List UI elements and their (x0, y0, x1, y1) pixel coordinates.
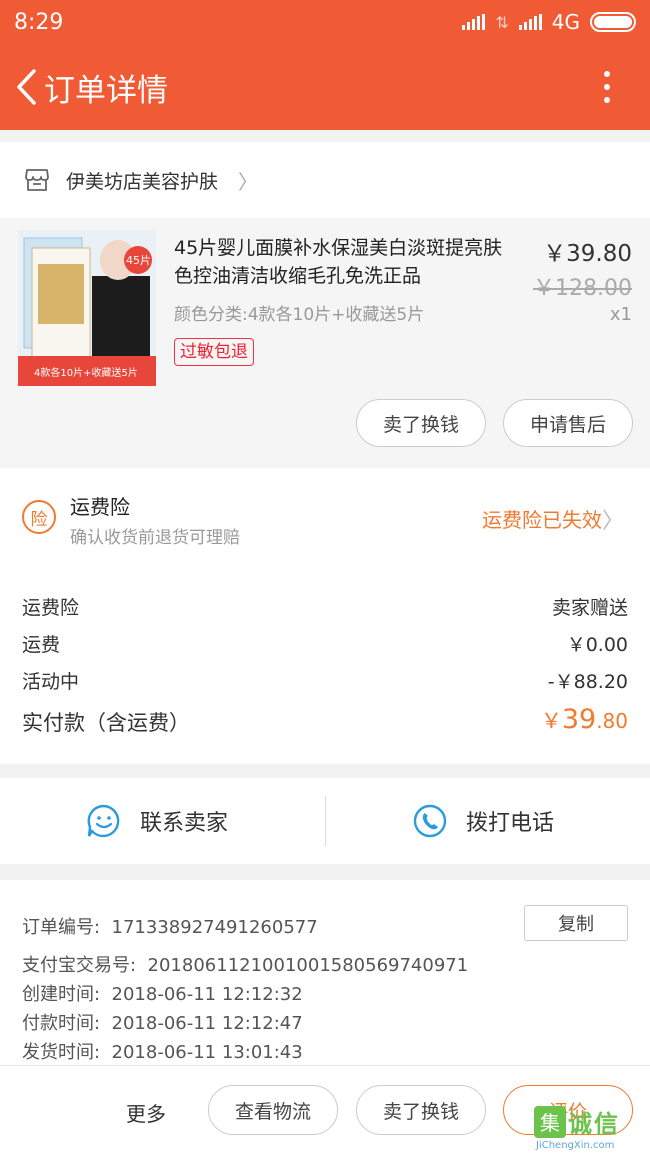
shop-row[interactable]: 伊美坊店美容护肤 〉 (0, 142, 650, 218)
cost-value-shipping: ￥0.00 (566, 634, 628, 656)
watermark-logo: 集 (534, 1105, 566, 1138)
copy-button[interactable]: 复制 (524, 905, 628, 941)
shipped-time: 发货时间: 2018-06-11 13:01:43 (22, 1038, 303, 1064)
insurance-status-link[interactable]: 运费险已失效 (482, 504, 602, 533)
page-title: 订单详情 (44, 72, 168, 109)
allergy-return-badge: 过敏包退 (174, 338, 254, 366)
paid-time: 付款时间: 2018-06-11 12:12:47 (22, 1009, 303, 1035)
network-type: 4G (551, 10, 580, 34)
created-value: 2018-06-11 12:12:32 (111, 984, 303, 1005)
cost-label-promotion: 活动中 (22, 671, 80, 693)
product-price: ￥39.80 (543, 241, 632, 267)
chevron-right-icon: 〉 (238, 169, 259, 194)
contact-divider (325, 796, 326, 846)
insurance-title: 运费险 (70, 495, 130, 519)
signal-icon-2 (518, 14, 542, 30)
shop-icon (25, 169, 49, 191)
back-button[interactable] (4, 44, 48, 130)
product-title[interactable]: 45片婴儿面膜补水保湿美白淡斑提亮肤色控油清洁收缩毛孔免洗正品 (174, 234, 514, 290)
phone-icon (413, 804, 447, 838)
insurance-subtitle: 确认收货前退货可理赔 (70, 528, 240, 548)
paid-label: 付款时间: (22, 1013, 101, 1034)
more-button[interactable]: 更多 (126, 1098, 166, 1127)
sell-button-bottom[interactable]: 卖了换钱 (356, 1085, 486, 1135)
data-transfer-icon: ⇅ (495, 12, 509, 32)
shipped-label: 发货时间: (22, 1042, 101, 1063)
view-logistics-button[interactable]: 查看物流 (208, 1085, 338, 1135)
alipay-value: 2018061121001001580569740971 (147, 955, 469, 976)
order-number-value: 171338927491260577 (111, 917, 318, 938)
more-menu-button[interactable] (582, 44, 632, 130)
created-time: 创建时间: 2018-06-11 12:12:32 (22, 980, 303, 1006)
watermark-url: JiChengXin.com (536, 1140, 615, 1151)
product-quantity: x1 (609, 304, 632, 325)
contact-seller-button[interactable]: 联系卖家 (86, 778, 228, 864)
dot-icon (604, 71, 610, 77)
cost-value-promotion: -￥88.20 (547, 671, 628, 693)
alipay-label: 支付宝交易号: (22, 955, 137, 976)
after-sale-button[interactable]: 申请售后 (503, 399, 633, 447)
alipay-trade-number: 支付宝交易号: 2018061121001001580569740971 (22, 951, 468, 977)
contact-seller-label: 联系卖家 (140, 811, 229, 836)
paid-value: 2018-06-11 12:12:47 (111, 1013, 303, 1034)
shop-name: 伊美坊店美容护肤 (66, 170, 219, 193)
status-bar: 8:29 ⇅ 4G (0, 0, 650, 44)
total-currency: ￥ (540, 709, 562, 733)
order-number-label: 订单编号: (22, 917, 101, 938)
total-decimal: .80 (596, 709, 628, 733)
status-time: 8:29 (14, 9, 64, 35)
product-thumbnail[interactable]: 45片 4款各10片+收藏送5片 (18, 230, 156, 386)
order-number: 订单编号: 171338927491260577 (22, 913, 318, 939)
insurance-icon: 险 (22, 500, 56, 534)
watermark: 集 诚信 (534, 1104, 620, 1139)
cost-label-shipping: 运费 (22, 634, 61, 656)
sell-button[interactable]: 卖了换钱 (356, 399, 486, 447)
call-phone-label: 拨打电话 (466, 811, 555, 836)
signal-icon (462, 14, 486, 30)
chevron-left-icon (17, 69, 36, 105)
thumb-caption: 4款各10片+收藏送5片 (34, 368, 138, 379)
dot-icon (604, 84, 610, 90)
status-icons: ⇅ 4G (462, 10, 636, 34)
call-phone-button[interactable]: 拨打电话 (412, 778, 554, 864)
cost-label-insurance: 运费险 (22, 597, 80, 619)
total-integer: 39 (561, 704, 597, 735)
nav-bar: 订单详情 (0, 44, 650, 130)
product-sku: 颜色分类:4款各10片+收藏送5片 (174, 305, 425, 325)
watermark-text: 诚信 (568, 1110, 620, 1138)
dot-icon (604, 97, 610, 103)
product-original-price: ￥128.00 (533, 276, 632, 301)
shipped-value: 2018-06-11 13:01:43 (111, 1042, 303, 1063)
chat-smile-icon (87, 804, 120, 838)
total-label: 实付款（含运费） (22, 711, 190, 735)
chevron-right-icon: 〉 (601, 509, 624, 534)
created-label: 创建时间: (22, 984, 101, 1005)
battery-icon (590, 12, 636, 32)
total-amount: ￥39.80 (541, 704, 628, 735)
thumb-badge: 45片 (126, 254, 151, 267)
cost-value-insurance: 卖家赠送 (551, 597, 628, 619)
